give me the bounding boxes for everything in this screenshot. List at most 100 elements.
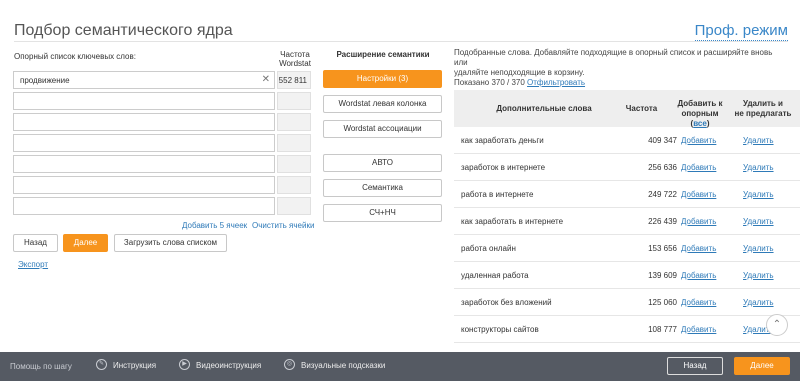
row-freq: 139 609 [648,271,677,280]
keyword-freq [277,176,311,194]
row-word: заработок без вложений [461,298,552,307]
help-label: Помощь по шагу [10,362,72,371]
col-words: Дополнительные слова [496,104,592,113]
instruction-icon: ✎ [96,359,107,370]
keyword-input[interactable] [13,113,275,131]
clear-cells-link[interactable]: Очистить ячейки [252,221,314,230]
col-add-line1: Добавить к [677,99,723,108]
row-add-link[interactable]: Добавить [681,136,716,145]
target-icon: ◎ [284,359,295,370]
expansion-heading: Расширение семантики [336,50,430,59]
clear-input-icon[interactable]: ✕ [262,74,270,85]
back-button[interactable]: Назад [13,234,58,252]
prof-mode-link[interactable]: Проф. режим [694,22,788,41]
row-freq: 153 656 [648,244,677,253]
row-delete-link[interactable]: Удалить [743,244,774,253]
row-add-link[interactable]: Добавить [681,271,716,280]
row-delete-link[interactable]: Удалить [743,136,774,145]
keyword-input-value: продвижение [20,76,70,85]
info-line-1: Подобранные слова. Добавляйте подходящие… [454,48,773,67]
table-row: конструкторы сайтов 108 777 Добавить Уда… [454,316,800,343]
col-add-line2: опорным (все) [671,109,729,129]
wordstat-left-column-button[interactable]: Wordstat левая колонка [323,95,442,113]
instruction-link[interactable]: Инструкция [113,361,156,370]
semantics-button[interactable]: Семантика [323,179,442,197]
row-add-link[interactable]: Добавить [681,190,716,199]
row-add-link[interactable]: Добавить [681,163,716,172]
info-line-3: Показано 370 / 370 Отфильтровать [454,78,784,88]
row-delete-link[interactable]: Удалить [743,271,774,280]
row-freq: 108 777 [648,325,677,334]
row-word: конструкторы сайтов [461,325,539,334]
results-info: Подобранные слова. Добавляйте подходящие… [454,48,784,88]
freq-label: Частота Wordstat [278,50,312,68]
keyword-freq [277,134,311,152]
row-word: работа в интернете [461,190,534,199]
row-freq: 226 439 [648,217,677,226]
row-add-link[interactable]: Добавить [681,298,716,307]
add-5-cells-link[interactable]: Добавить 5 ячеек [182,221,247,230]
footer-next-button[interactable]: Далее [734,357,790,375]
next-button[interactable]: Далее [63,234,108,252]
table-row: как заработать деньги 409 347 Добавить У… [454,127,800,154]
col-delete: Удалить и не предлагать [732,99,794,119]
play-icon: ▶ [179,359,190,370]
auto-button[interactable]: АВТО [323,154,442,172]
col-delete-line2: не предлагать [734,109,792,118]
row-word: заработок в интернете [461,163,546,172]
table-row: как заработать в интернете 226 439 Добав… [454,208,800,235]
table-row: работа в интернете 249 722 Добавить Удал… [454,181,800,208]
table-header: Дополнительные слова Частота Добавить к … [454,90,800,129]
row-freq: 256 636 [648,163,677,172]
table-row: работа онлайн 153 656 Добавить Удалить [454,235,800,262]
row-freq: 409 347 [648,136,677,145]
keywords-label: Опорный список ключевых слов: [14,52,136,61]
export-link[interactable]: Экспорт [18,260,48,269]
row-freq: 249 722 [648,190,677,199]
upload-list-button[interactable]: Загрузить слова списком [114,234,227,252]
keyword-input[interactable] [13,176,275,194]
row-add-link[interactable]: Добавить [681,217,716,226]
row-delete-link[interactable]: Удалить [743,163,774,172]
table-row: удаленная работа 139 609 Добавить Удалит… [454,262,800,289]
col-freq: Частота [625,104,658,113]
footer-back-button[interactable]: Назад [667,357,723,375]
keyword-input[interactable] [13,134,275,152]
scroll-up-icon[interactable]: ⌃ [766,314,788,336]
row-freq: 125 060 [648,298,677,307]
row-delete-link[interactable]: Удалить [743,190,774,199]
page-title: Подбор семантического ядра [14,22,233,39]
wordstat-associations-button[interactable]: Wordstat ассоциации [323,120,442,138]
keyword-input[interactable]: продвижение ✕ [13,71,275,89]
keyword-freq [277,113,311,131]
keyword-input[interactable] [13,197,275,215]
table-row: заработок без вложений 125 060 Добавить … [454,289,800,316]
row-word: удаленная работа [461,271,529,280]
freq-label-line2: Wordstat [279,59,311,68]
header-divider [14,41,788,42]
row-add-link[interactable]: Добавить [681,244,716,253]
col-delete-line1: Удалить и [743,99,783,108]
row-word: как заработать деньги [461,136,544,145]
row-word: работа онлайн [461,244,516,253]
keyword-freq [277,197,311,215]
mid-low-freq-button[interactable]: СЧ+НЧ [323,204,442,222]
freq-label-line1: Частота [280,50,310,59]
row-delete-link[interactable]: Удалить [743,217,774,226]
keyword-freq: 552 811 [277,71,311,89]
col-add: Добавить к опорным (все) [671,99,729,129]
table-row: заработок в интернете 256 636 Добавить У… [454,154,800,181]
video-instruction-link[interactable]: Видеоинструкция [196,361,261,370]
row-delete-link[interactable]: Удалить [743,298,774,307]
keyword-input[interactable] [13,155,275,173]
keyword-input[interactable] [13,92,275,110]
row-add-link[interactable]: Добавить [681,325,716,334]
row-word: как заработать в интернете [461,217,564,226]
filter-link[interactable]: Отфильтровать [527,78,585,87]
info-line-2: удаляйте неподходящие в корзину. [454,68,585,77]
visual-hints-link[interactable]: Визуальные подсказки [301,361,385,370]
settings-button[interactable]: Настройки (3) [323,70,442,88]
shown-count: Показано 370 / 370 [454,78,525,87]
keyword-freq [277,155,311,173]
keyword-freq [277,92,311,110]
